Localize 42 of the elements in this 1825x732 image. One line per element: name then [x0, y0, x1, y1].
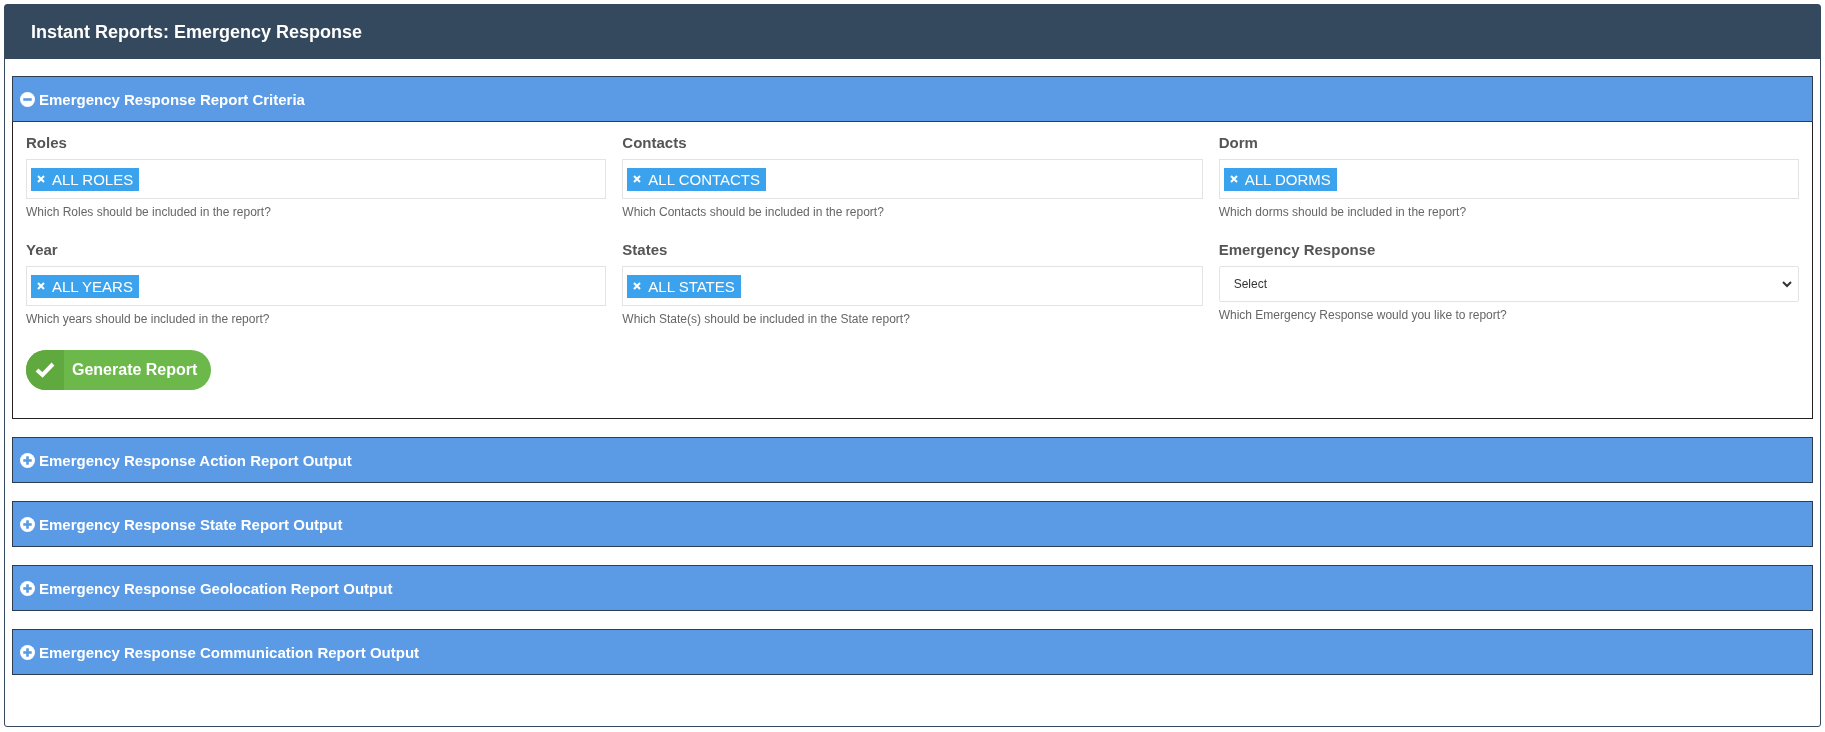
select-dropdown[interactable]: Select — [1218, 266, 1799, 302]
plus-circle-icon — [20, 644, 35, 660]
minus-circle-icon — [20, 91, 35, 107]
tag-chip[interactable]: ALL STATES — [627, 274, 741, 298]
tag-input-field[interactable]: ALL YEARS — [26, 266, 607, 306]
section-header[interactable]: Emergency Response Action Report Output — [12, 437, 1813, 483]
tag-input-field[interactable]: ALL STATES — [622, 266, 1203, 306]
section-header[interactable]: Emergency Response Report Criteria — [12, 76, 1813, 122]
remove-icon[interactable] — [1229, 175, 1238, 183]
plus-circle-icon — [20, 516, 35, 532]
section-header[interactable]: Emergency Response Communication Report Output — [12, 629, 1813, 675]
tag-chip[interactable]: ALL ROLES — [31, 167, 140, 191]
field-label: Contacts — [622, 134, 687, 151]
remove-icon[interactable] — [37, 175, 45, 183]
help-text: Which Roles should be included in the report? — [26, 205, 271, 219]
section-header[interactable]: Emergency Response State Report Output — [12, 501, 1813, 547]
tag-chip[interactable]: ALL CONTACTS — [627, 167, 766, 191]
field-label: Roles — [26, 134, 67, 151]
help-text: Which Emergency Response would you like to report? — [1218, 308, 1507, 322]
field-label: Year — [26, 241, 58, 258]
remove-icon[interactable] — [37, 282, 45, 290]
checkmark-icon — [35, 362, 55, 378]
help-text: Which Contacts should be included in the report? — [622, 205, 884, 219]
plus-circle-icon — [20, 580, 35, 596]
tag-chip[interactable]: ALL DORMS — [1223, 167, 1337, 191]
help-text: Which State(s) should be included in the State report? — [622, 312, 910, 326]
help-text: Which years should be included in the report? — [26, 312, 270, 326]
section-header[interactable]: Emergency Response Geolocation Report Output — [12, 565, 1813, 611]
generate-report-button[interactable]: Generate Report — [26, 350, 212, 390]
remove-icon[interactable] — [633, 175, 642, 183]
window-title: Instant Reports: Emergency Response — [5, 5, 1820, 59]
tag-chip[interactable]: ALL YEARS — [31, 274, 139, 298]
tag-input-field[interactable]: ALL ROLES — [26, 159, 607, 199]
help-text: Which dorms should be included in the report? — [1218, 205, 1467, 219]
field-label: Emergency Response — [1218, 241, 1376, 258]
field-label: States — [622, 241, 668, 258]
chevron-down-icon — [1782, 280, 1792, 288]
plus-circle-icon — [20, 452, 35, 468]
field-label: Dorm — [1218, 134, 1258, 151]
tag-input-field[interactable]: ALL CONTACTS — [622, 159, 1203, 199]
remove-icon[interactable] — [633, 282, 642, 290]
tag-input-field[interactable]: ALL DORMS — [1218, 159, 1799, 199]
